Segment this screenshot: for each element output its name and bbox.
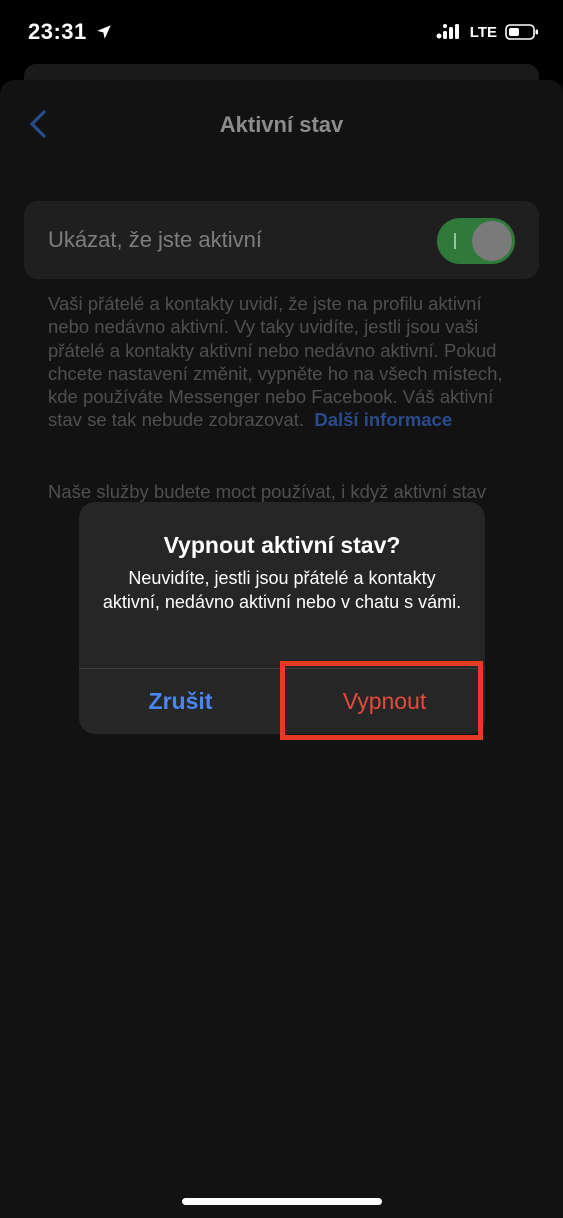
signal-icon (436, 24, 459, 39)
learn-more-link[interactable]: Další informace (314, 409, 452, 430)
description-text-secondary: Naše služby budete moct používat, i když… (48, 481, 487, 502)
status-left: 23:31 (28, 19, 113, 45)
toggle-knob (472, 221, 512, 261)
location-arrow-icon (97, 25, 111, 39)
nav-bar: Aktivní stav (0, 90, 563, 156)
toggle-on-indicator (454, 233, 456, 249)
screen: 23:31 LTE Aktivní stav Ukázat, že jste a… (0, 0, 563, 1218)
home-indicator[interactable] (182, 1198, 382, 1205)
status-right: LTE (436, 23, 539, 41)
clock: 23:31 (28, 19, 87, 44)
status-bar: 23:31 LTE (0, 0, 563, 70)
active-status-label: Ukázat, že jste aktivní (48, 227, 262, 252)
active-status-setting-row: Ukázat, že jste aktivní (24, 201, 539, 279)
page-title: Aktivní stav (219, 112, 344, 137)
battery-icon (505, 24, 538, 40)
active-status-toggle[interactable] (437, 218, 515, 264)
description-text: Vaši přátelé a kontakty uvidí, že jste n… (48, 292, 516, 432)
cancel-button[interactable]: Zrušit (79, 669, 282, 734)
network-type: LTE (469, 23, 497, 41)
highlight-annotation-box (280, 661, 483, 740)
dialog-message: Neuvidíte, jestli jsou přátelé a kontakt… (102, 568, 462, 612)
dialog-title: Vypnout aktivní stav? (163, 532, 401, 558)
